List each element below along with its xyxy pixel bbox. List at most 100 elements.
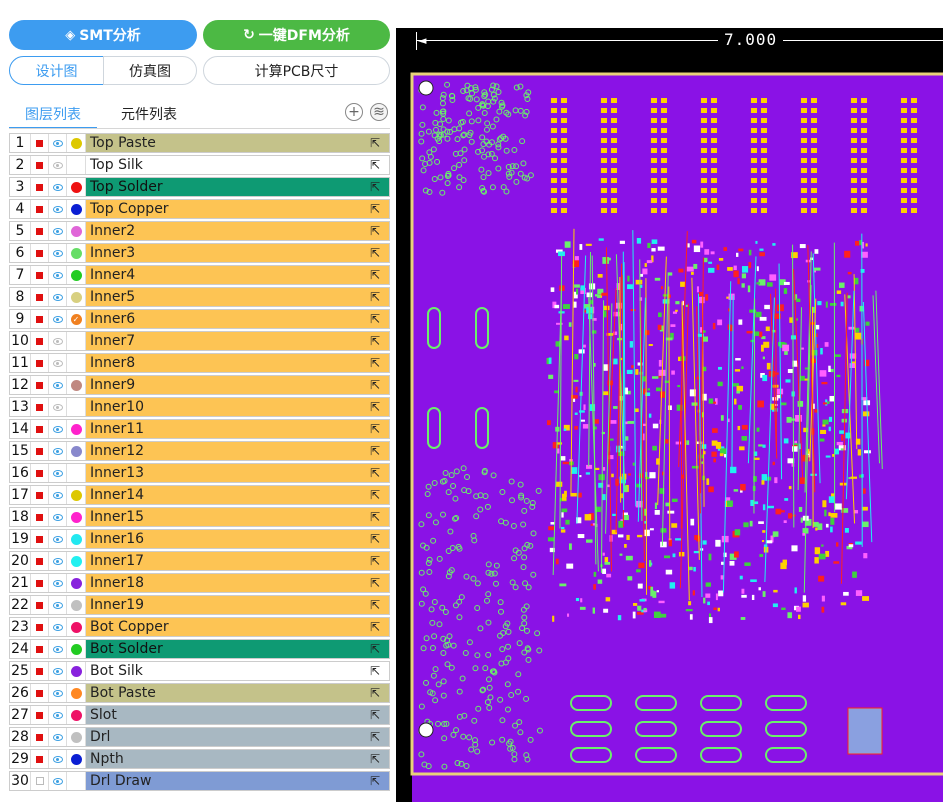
layer-visibility-toggle[interactable]	[49, 398, 67, 416]
layer-row[interactable]: 21 Inner18 ⇱	[9, 573, 390, 593]
layer-select-toggle[interactable]	[31, 244, 49, 262]
layer-color-swatch[interactable]	[67, 288, 86, 306]
layer-row[interactable]: 3 Top Solder ⇱	[9, 177, 390, 197]
layer-row[interactable]: 22 Inner19 ⇱	[9, 595, 390, 615]
layer-visibility-toggle[interactable]	[49, 574, 67, 592]
layer-select-toggle[interactable]	[31, 772, 49, 790]
layer-select-toggle[interactable]	[31, 508, 49, 526]
layer-visibility-toggle[interactable]	[49, 728, 67, 746]
layer-select-toggle[interactable]	[31, 134, 49, 152]
cursor-select-icon[interactable]: ⇱	[361, 310, 389, 328]
layer-visibility-toggle[interactable]	[49, 486, 67, 504]
cursor-select-icon[interactable]: ⇱	[361, 266, 389, 284]
layer-row[interactable]: 14 Inner11 ⇱	[9, 419, 390, 439]
layer-row[interactable]: 29 Npth ⇱	[9, 749, 390, 769]
layer-select-toggle[interactable]	[31, 552, 49, 570]
layer-visibility-toggle[interactable]	[49, 508, 67, 526]
layer-row[interactable]: 20 Inner17 ⇱	[9, 551, 390, 571]
layer-select-toggle[interactable]	[31, 750, 49, 768]
cursor-select-icon[interactable]: ⇱	[361, 728, 389, 746]
stack-layers-icon[interactable]: ≋	[370, 103, 388, 121]
layer-visibility-toggle[interactable]	[49, 662, 67, 680]
layer-color-swatch[interactable]	[67, 508, 86, 526]
layer-select-toggle[interactable]	[31, 728, 49, 746]
layer-color-swatch[interactable]	[67, 420, 86, 438]
layer-visibility-toggle[interactable]	[49, 288, 67, 306]
layer-select-toggle[interactable]	[31, 640, 49, 658]
layer-color-swatch[interactable]	[67, 486, 86, 504]
layer-visibility-toggle[interactable]	[49, 464, 67, 482]
layer-color-swatch[interactable]	[67, 266, 86, 284]
layer-color-swatch[interactable]	[67, 750, 86, 768]
layer-color-swatch[interactable]	[67, 200, 86, 218]
layer-color-swatch[interactable]	[67, 244, 86, 262]
cursor-select-icon[interactable]: ⇱	[361, 662, 389, 680]
layer-select-toggle[interactable]	[31, 178, 49, 196]
cursor-select-icon[interactable]: ⇱	[361, 288, 389, 306]
layer-select-toggle[interactable]	[31, 332, 49, 350]
layer-color-swatch[interactable]	[67, 596, 86, 614]
cursor-select-icon[interactable]: ⇱	[361, 574, 389, 592]
layer-color-swatch[interactable]	[67, 640, 86, 658]
cursor-select-icon[interactable]: ⇱	[361, 618, 389, 636]
smt-analysis-button[interactable]: ◈ SMT分析	[9, 20, 197, 50]
layer-row[interactable]: 6 Inner3 ⇱	[9, 243, 390, 263]
cursor-select-icon[interactable]: ⇱	[361, 222, 389, 240]
layer-visibility-toggle[interactable]	[49, 596, 67, 614]
layer-row[interactable]: 28 Drl ⇱	[9, 727, 390, 747]
layer-select-toggle[interactable]	[31, 596, 49, 614]
layer-row[interactable]: 5 Inner2 ⇱	[9, 221, 390, 241]
layer-visibility-toggle[interactable]	[49, 684, 67, 702]
layer-row[interactable]: 13 Inner10 ⇱	[9, 397, 390, 417]
cursor-select-icon[interactable]: ⇱	[361, 464, 389, 482]
layer-select-toggle[interactable]	[31, 574, 49, 592]
layer-select-toggle[interactable]	[31, 684, 49, 702]
layer-visibility-toggle[interactable]	[49, 442, 67, 460]
layer-select-toggle[interactable]	[31, 706, 49, 724]
tab-component-list[interactable]: 元件列表	[105, 100, 193, 127]
layer-row[interactable]: 1 Top Paste ⇱	[9, 133, 390, 153]
layer-row[interactable]: 27 Slot ⇱	[9, 705, 390, 725]
layer-select-toggle[interactable]	[31, 156, 49, 174]
layer-select-toggle[interactable]	[31, 442, 49, 460]
layer-color-swatch[interactable]	[67, 662, 86, 680]
layer-row[interactable]: 24 Bot Solder ⇱	[9, 639, 390, 659]
layer-select-toggle[interactable]	[31, 662, 49, 680]
layer-select-toggle[interactable]	[31, 200, 49, 218]
layer-visibility-toggle[interactable]	[49, 618, 67, 636]
layer-select-toggle[interactable]	[31, 464, 49, 482]
layer-row[interactable]: 30 Drl Draw ⇱	[9, 771, 390, 791]
cursor-select-icon[interactable]: ⇱	[361, 530, 389, 548]
layer-color-swatch[interactable]	[67, 574, 86, 592]
layer-select-toggle[interactable]	[31, 376, 49, 394]
cursor-select-icon[interactable]: ⇱	[361, 332, 389, 350]
layer-row[interactable]: 18 Inner15 ⇱	[9, 507, 390, 527]
layer-visibility-toggle[interactable]	[49, 530, 67, 548]
layer-visibility-toggle[interactable]	[49, 640, 67, 658]
layer-visibility-toggle[interactable]	[49, 266, 67, 284]
tab-design-view[interactable]: 设计图	[9, 56, 104, 85]
layer-row[interactable]: 4 Top Copper ⇱	[9, 199, 390, 219]
layer-select-toggle[interactable]	[31, 266, 49, 284]
calc-pcb-size-button[interactable]: 计算PCB尺寸	[203, 56, 390, 85]
cursor-select-icon[interactable]: ⇱	[361, 354, 389, 372]
layer-row[interactable]: 15 Inner12 ⇱	[9, 441, 390, 461]
layer-select-toggle[interactable]	[31, 354, 49, 372]
layer-visibility-toggle[interactable]	[49, 706, 67, 724]
layer-color-swatch[interactable]	[67, 464, 86, 482]
layer-visibility-toggle[interactable]	[49, 156, 67, 174]
dfm-analysis-button[interactable]: ↻ 一键DFM分析	[203, 20, 390, 50]
layer-color-swatch[interactable]	[67, 332, 86, 350]
tab-layer-list[interactable]: 图层列表	[9, 100, 97, 129]
layer-row[interactable]: 2 Top Silk ⇱	[9, 155, 390, 175]
layer-color-swatch[interactable]	[67, 376, 86, 394]
layer-select-toggle[interactable]	[31, 310, 49, 328]
layer-visibility-toggle[interactable]	[49, 376, 67, 394]
cursor-select-icon[interactable]: ⇱	[361, 552, 389, 570]
cursor-select-icon[interactable]: ⇱	[361, 134, 389, 152]
layer-row[interactable]: 11 Inner8 ⇱	[9, 353, 390, 373]
layer-row[interactable]: 12 Inner9 ⇱	[9, 375, 390, 395]
layer-color-swatch[interactable]	[67, 134, 86, 152]
layer-visibility-toggle[interactable]	[49, 178, 67, 196]
layer-color-swatch[interactable]	[67, 530, 86, 548]
